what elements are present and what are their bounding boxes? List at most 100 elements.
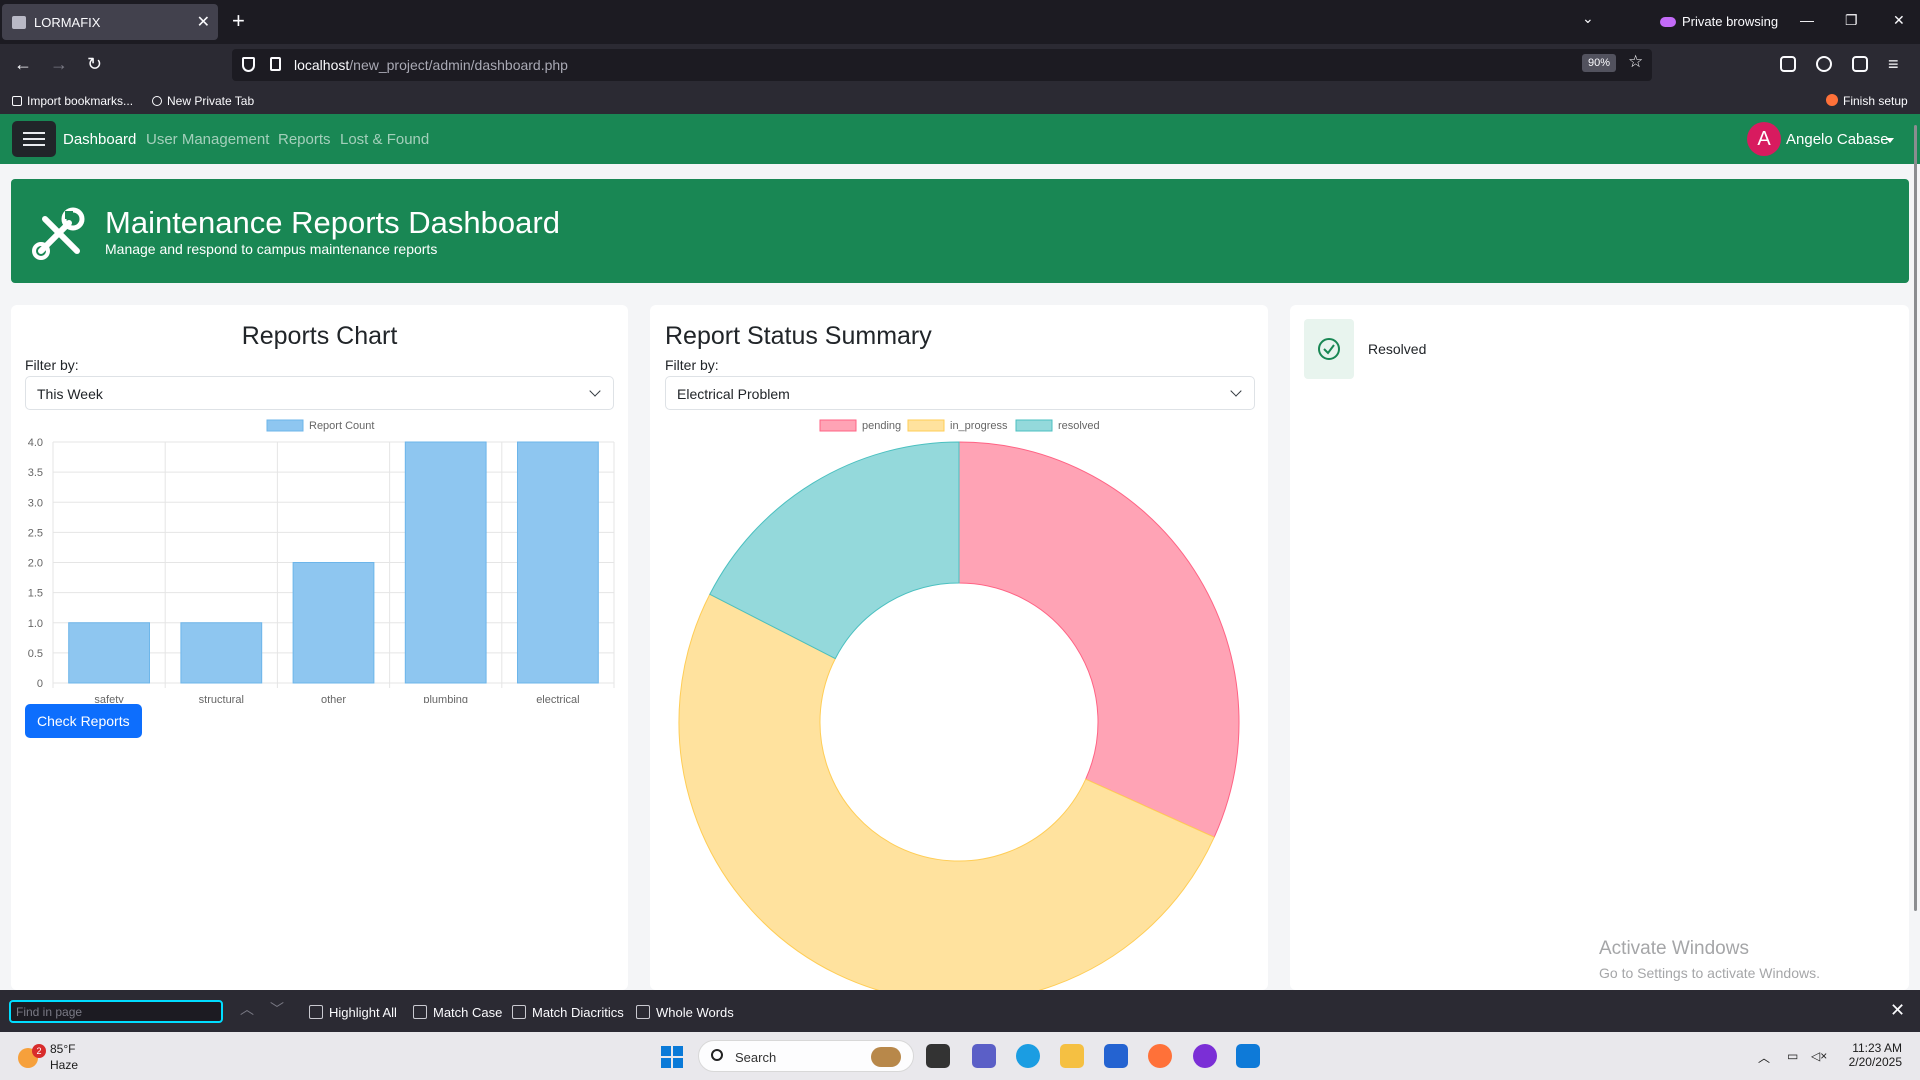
resolved-label: Resolved — [1368, 341, 1427, 357]
menu-icon[interactable]: ≡ — [1888, 54, 1899, 75]
import-bookmarks-link[interactable]: Import bookmarks... — [12, 94, 133, 108]
reports-bar-chart: Report Count 0 0.5 1.0 1.5 2.0 2.5 3.0 3.5 4.0 saf… — [28, 419, 615, 703]
network-icon[interactable]: ▭ — [1787, 1049, 1798, 1063]
back-icon[interactable]: ← — [14, 54, 32, 75]
bookmarks-toolbar: Import bookmarks... New Private Tab Fini… — [0, 87, 1920, 114]
restore-icon[interactable]: ❐ — [1845, 12, 1858, 29]
private-browsing-indicator: Private browsing — [1660, 14, 1778, 29]
file-explorer-icon[interactable] — [1060, 1044, 1084, 1068]
taskbar-search-label: Search — [735, 1050, 777, 1065]
find-next-icon[interactable]: ﹀ — [270, 999, 284, 1019]
firefox-icon[interactable] — [1148, 1044, 1172, 1068]
tray-overflow-icon[interactable]: ︿ — [1758, 1049, 1770, 1066]
check-reports-button[interactable]: Check Reports — [25, 704, 142, 738]
user-menu[interactable]: Angelo Cabase — [1786, 131, 1889, 148]
new-tab-icon[interactable]: + — [232, 8, 245, 34]
highlight-all-checkbox[interactable]: Highlight All — [309, 1005, 397, 1020]
hamburger-icon — [23, 132, 45, 134]
firefox-private-icon[interactable] — [1193, 1044, 1217, 1068]
legend-label: resolved — [1058, 420, 1100, 432]
minimize-icon[interactable]: — — [1800, 12, 1814, 28]
y-tick-label: 3.5 — [28, 467, 43, 479]
vscode-icon[interactable] — [1236, 1044, 1260, 1068]
private-browsing-label: Private browsing — [1682, 14, 1779, 29]
zoom-indicator[interactable]: 90% — [1582, 54, 1617, 72]
windows-start-icon[interactable] — [661, 1046, 683, 1068]
whole-words-label: Whole Words — [656, 1005, 734, 1020]
search-icon — [711, 1049, 723, 1061]
volume-muted-icon[interactable]: ◁× — [1811, 1049, 1827, 1063]
url-bar[interactable]: localhost/new_project/admin/dashboard.ph… — [232, 49, 1652, 81]
url-path: /new_project/admin/dashboard.php — [349, 57, 568, 73]
chart-legend: Report Count — [266, 419, 374, 432]
page-info-icon[interactable] — [270, 57, 281, 71]
edge-icon[interactable] — [1016, 1044, 1040, 1068]
slice-pending — [958, 441, 1240, 838]
forward-icon[interactable]: → — [50, 54, 68, 75]
nav-reports[interactable]: Reports — [278, 131, 331, 148]
x-tick-label: other — [321, 694, 346, 703]
chart-legend: pending in_progress resolved — [819, 419, 1100, 432]
import-icon — [12, 96, 22, 106]
period-filter-select[interactable]: This Week — [25, 376, 614, 410]
sidebar-toggle-button[interactable] — [12, 121, 56, 157]
checkbox-icon — [636, 1005, 650, 1019]
page-title: Maintenance Reports Dashboard — [105, 205, 560, 240]
reports-chart-title: Reports Chart — [241, 322, 398, 350]
tab-title: LORMAFIX — [34, 15, 101, 30]
legend-swatch — [907, 419, 945, 432]
x-tick-label: safety — [94, 694, 124, 703]
task-view-icon[interactable] — [926, 1044, 950, 1068]
y-tick-label: 3.0 — [28, 497, 43, 509]
nav-dashboard[interactable]: Dashboard — [63, 131, 136, 148]
pocket-icon[interactable] — [1780, 56, 1796, 72]
search-highlight-icon — [871, 1047, 901, 1067]
store-icon[interactable] — [1104, 1044, 1128, 1068]
category-filter-value: Electrical Problem — [677, 386, 790, 402]
new-private-tab-link[interactable]: New Private Tab — [152, 94, 254, 108]
close-tab-icon[interactable]: ✕ — [197, 12, 210, 32]
window-close-icon[interactable]: ✕ — [1893, 12, 1905, 29]
extensions-icon[interactable] — [1852, 56, 1868, 72]
page-favicon-icon — [12, 16, 26, 29]
status-summary-title: Report Status Summary — [665, 322, 932, 350]
taskbar-search[interactable]: Search — [698, 1040, 914, 1072]
new-private-tab-label: New Private Tab — [167, 94, 255, 108]
nav-user-management[interactable]: User Management — [146, 131, 269, 148]
activation-watermark-text: Go to Settings to activate Windows. — [1599, 965, 1820, 981]
match-case-label: Match Case — [433, 1005, 503, 1020]
system-clock[interactable]: 11:23 AM 2/20/2025 — [1846, 1041, 1902, 1069]
weather-temperature: 85°F — [50, 1042, 76, 1056]
chevron-down-icon — [1230, 385, 1242, 397]
teams-icon[interactable] — [972, 1044, 996, 1068]
url-text[interactable]: localhost/new_project/admin/dashboard.ph… — [294, 57, 568, 73]
whole-words-checkbox[interactable]: Whole Words — [636, 1005, 734, 1020]
category-filter-select[interactable]: Electrical Problem — [665, 376, 1255, 410]
find-previous-icon[interactable]: ︿ — [240, 999, 254, 1019]
finish-setup-label: Finish setup — [1843, 94, 1908, 108]
finish-setup-link[interactable]: Finish setup — [1826, 94, 1908, 108]
caret-down-icon[interactable] — [1886, 138, 1894, 143]
url-host: localhost — [294, 57, 350, 73]
browser-tab[interactable]: LORMAFIX ✕ — [2, 4, 218, 40]
close-find-bar-icon[interactable]: ✕ — [1890, 1000, 1905, 1021]
clock-date: 2/20/2025 — [1848, 1055, 1902, 1069]
page-scrollbar[interactable] — [1914, 125, 1917, 911]
y-tick-label: 1.5 — [28, 588, 43, 600]
account-icon[interactable] — [1816, 56, 1832, 72]
match-diacritics-checkbox[interactable]: Match Diacritics — [512, 1005, 624, 1020]
reload-icon[interactable]: ↻ — [87, 54, 102, 75]
reports-chart-card: Reports Chart Filter by: This Week Repor… — [11, 305, 628, 990]
resolved-icon-box — [1304, 319, 1354, 379]
avatar[interactable]: A — [1747, 122, 1781, 156]
hamburger-icon — [23, 144, 45, 146]
bookmark-star-icon[interactable]: ☆ — [1628, 52, 1643, 72]
nav-lost-found[interactable]: Lost & Found — [340, 131, 429, 148]
firefox-icon — [1826, 94, 1838, 106]
bar-electrical — [517, 441, 599, 684]
chevron-down-icon[interactable]: ⌄ — [1582, 10, 1594, 27]
tracking-shield-icon[interactable] — [242, 57, 255, 72]
find-input[interactable] — [9, 1000, 223, 1023]
status-summary-card: Report Status Summary Filter by: Electri… — [650, 305, 1268, 990]
match-case-checkbox[interactable]: Match Case — [413, 1005, 502, 1020]
